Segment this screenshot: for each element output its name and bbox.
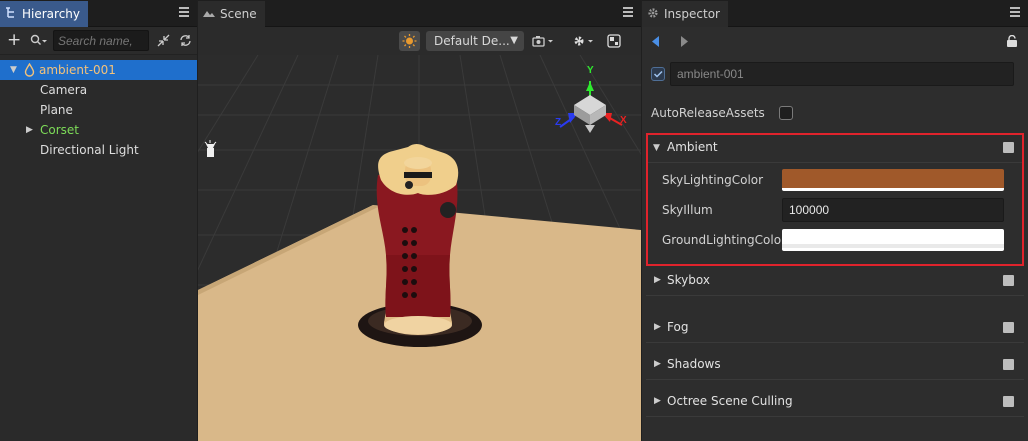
- tab-hierarchy[interactable]: Hierarchy: [0, 1, 89, 27]
- section-label: Skybox: [667, 273, 710, 287]
- back-arrow-icon[interactable]: [652, 36, 660, 50]
- refresh-icon[interactable]: [179, 34, 192, 50]
- help-book-icon[interactable]: [1003, 275, 1014, 286]
- expand-arrow-icon[interactable]: ▶: [654, 275, 661, 285]
- help-book-icon[interactable]: [1003, 396, 1014, 407]
- section-label: Shadows: [667, 357, 721, 371]
- tab-inspector[interactable]: Inspector: [642, 1, 728, 27]
- section-shadows[interactable]: ▶ Shadows: [646, 350, 1024, 380]
- snapshot-icon[interactable]: [532, 35, 556, 50]
- section-label: Fog: [667, 320, 689, 334]
- tree-item-label: Camera: [40, 83, 88, 97]
- scene-icon: [203, 7, 215, 21]
- tree-item-label: Plane: [40, 103, 73, 117]
- tab-inspector-label: Inspector: [664, 7, 720, 21]
- auto-release-label: AutoReleaseAssets: [651, 106, 765, 120]
- tree-item-corset[interactable]: ▶ Corset: [0, 120, 197, 140]
- lock-icon[interactable]: [1006, 34, 1018, 50]
- inspector-panel: Inspector AutoReleaseAssets ▼ Ambient Sk…: [642, 0, 1028, 441]
- scene-panel: Scene Default De... ▼ Y Z X: [198, 0, 641, 441]
- camera-select[interactable]: Default De... ▼: [426, 31, 524, 51]
- tab-scene-label: Scene: [220, 7, 257, 21]
- scene-tabbar: Scene: [198, 0, 641, 27]
- ground-lighting-color-field[interactable]: [782, 229, 1004, 251]
- ambient-title: Ambient: [667, 140, 718, 154]
- light-gizmo-icon: [204, 140, 217, 157]
- sky-illum-input[interactable]: [782, 198, 1004, 222]
- sky-illum-label: SkyIllum: [662, 203, 713, 217]
- expand-arrow-icon[interactable]: ▶: [654, 359, 661, 369]
- section-octree-scene-culling[interactable]: ▶ Octree Scene Culling: [646, 387, 1024, 417]
- scene-viewport[interactable]: Y Z X: [198, 55, 641, 441]
- search-filter-icon[interactable]: [30, 34, 48, 49]
- scene-menu-icon[interactable]: [623, 7, 633, 17]
- hierarchy-tree: ▼ ambient-001 Camera Plane ▶ Corset Dire…: [0, 60, 197, 160]
- tab-hierarchy-label: Hierarchy: [22, 7, 81, 21]
- expand-arrow-icon[interactable]: ▼: [10, 60, 17, 80]
- node-name-input[interactable]: [670, 62, 1014, 86]
- gizmo-y-label: Y: [587, 65, 594, 76]
- ground-lighting-label: GroundLightingColor: [662, 233, 786, 247]
- section-fog[interactable]: ▶ Fog: [646, 313, 1024, 343]
- hierarchy-tabbar: Hierarchy: [0, 0, 197, 27]
- add-icon[interactable]: +: [7, 31, 21, 49]
- sky-lighting-color-field[interactable]: [782, 169, 1004, 191]
- scene-toolbar: Default De... ▼: [198, 27, 641, 55]
- tree-item-directional-light[interactable]: Directional Light: [0, 140, 197, 160]
- orientation-gizmo: Y Z X: [555, 65, 627, 133]
- ambient-header[interactable]: ▼ Ambient: [648, 135, 1022, 163]
- sky-lighting-label: SkyLightingColor: [662, 173, 764, 187]
- section-label: Octree Scene Culling: [667, 394, 793, 408]
- collapse-arrow-icon[interactable]: ▼: [653, 143, 660, 153]
- layout-icon[interactable]: [607, 34, 621, 51]
- checkmark-icon: [653, 70, 663, 78]
- ambient-section: ▼ Ambient SkyLightingColor SkyIllum Grou…: [646, 133, 1024, 266]
- help-book-icon[interactable]: [1003, 142, 1014, 153]
- inspector-tabbar: Inspector: [642, 0, 1028, 27]
- expand-arrow-icon[interactable]: ▶: [26, 120, 33, 140]
- gizmo-z-label: Z: [555, 117, 561, 128]
- scene-render: Y Z X: [198, 55, 641, 441]
- hierarchy-menu-icon[interactable]: [179, 7, 189, 17]
- help-book-icon[interactable]: [1003, 322, 1014, 333]
- forward-arrow-icon[interactable]: [681, 36, 689, 50]
- expand-arrow-icon[interactable]: ▶: [654, 322, 661, 332]
- collapse-all-icon[interactable]: [157, 34, 170, 50]
- help-book-icon[interactable]: [1003, 359, 1014, 370]
- auto-release-checkbox[interactable]: [779, 106, 793, 120]
- hierarchy-search-input[interactable]: [53, 30, 149, 51]
- inspector-menu-icon[interactable]: [1010, 7, 1020, 17]
- hierarchy-toolbar: +: [0, 27, 197, 55]
- hierarchy-panel: Hierarchy + ▼ ambient-001 Camera Plane: [0, 0, 197, 441]
- tree-item-ambient-001[interactable]: ▼ ambient-001: [0, 60, 197, 80]
- tree-item-label: Corset: [40, 123, 79, 137]
- light-toggle-icon[interactable]: [399, 31, 420, 51]
- tab-scene[interactable]: Scene: [198, 1, 265, 27]
- gizmo-x-label: X: [620, 115, 627, 126]
- camera-select-value: Default De...: [434, 34, 510, 48]
- tree-item-camera[interactable]: Camera: [0, 80, 197, 100]
- expand-arrow-icon[interactable]: ▶: [654, 396, 661, 406]
- node-active-checkbox[interactable]: [651, 67, 665, 81]
- gear-icon: [647, 7, 659, 22]
- chevron-down-icon: ▼: [510, 35, 518, 46]
- tree-item-label: ambient-001: [39, 63, 116, 77]
- section-skybox[interactable]: ▶ Skybox: [646, 266, 1024, 296]
- tree-item-plane[interactable]: Plane: [0, 100, 197, 120]
- gear-icon[interactable]: [572, 34, 596, 51]
- tree-item-label: Directional Light: [40, 143, 139, 157]
- hierarchy-icon: [5, 6, 17, 22]
